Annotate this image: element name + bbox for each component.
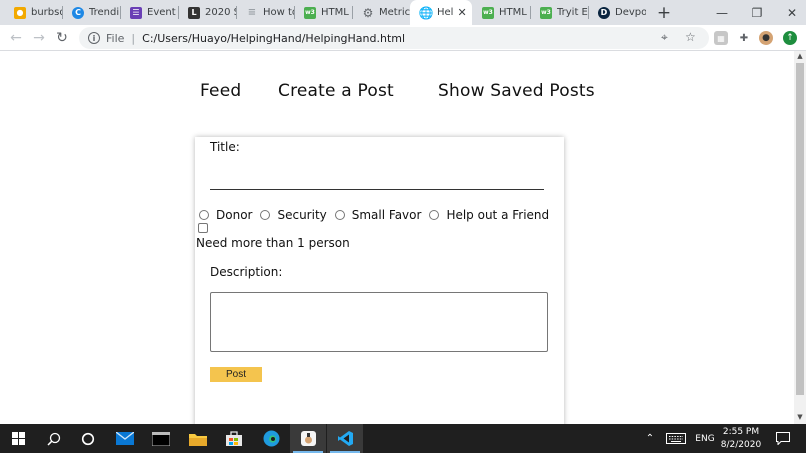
mail-icon[interactable] — [107, 424, 143, 453]
tab-html-s[interactable]: w3 HTML S — [472, 0, 530, 25]
vscode-icon[interactable] — [327, 424, 363, 453]
c-logo-icon: C — [72, 6, 84, 19]
radio-help-friend[interactable]: Help out a Friend — [429, 208, 549, 222]
bee-icon: ● — [14, 6, 26, 19]
radio-donor[interactable]: Donor — [199, 208, 252, 222]
clock-date: 8/2/2020 — [720, 440, 762, 450]
notifications-icon[interactable] — [772, 424, 794, 453]
tab-metrics[interactable]: ⚙ Metrics — [352, 0, 410, 25]
w3-icon: w3 — [540, 6, 552, 19]
file-explorer-icon[interactable] — [180, 424, 216, 453]
tab-label: Event n — [147, 7, 178, 18]
tab-devpost[interactable]: D Devpo — [588, 0, 646, 25]
nav-feed-link[interactable]: Feed — [200, 81, 241, 101]
calendar-icon: ☰ — [130, 6, 142, 19]
search-icon[interactable] — [36, 424, 72, 453]
tab-helpinghand-active[interactable]: 🌐 Hel ✕ — [410, 0, 472, 25]
tab-event[interactable]: ☰ Event n — [120, 0, 178, 25]
tab-label: Hel — [437, 7, 454, 18]
location-target-icon[interactable]: ⌖ — [661, 30, 668, 45]
post-button[interactable]: Post — [210, 367, 262, 382]
browser-toolbar: ← → ↻ i File | C:/Users/Huayo/HelpingHan… — [0, 25, 806, 51]
tab-label: 2020 S — [205, 7, 236, 18]
tab-label: HTML S — [499, 7, 530, 18]
new-tab-button[interactable]: + — [652, 0, 676, 25]
tab-2020[interactable]: L 2020 S — [178, 0, 236, 25]
w3-icon: w3 — [304, 6, 316, 19]
page-viewport: Feed Create a Post Show Saved Posts Titl… — [0, 51, 794, 424]
bookmark-star-icon[interactable]: ☆ — [685, 30, 696, 44]
radio-security[interactable]: Security — [260, 208, 327, 222]
update-icon[interactable]: ↑ — [783, 31, 797, 45]
l-logo-icon: L — [188, 6, 200, 19]
reload-button[interactable]: ↻ — [53, 29, 71, 47]
radio-button[interactable] — [260, 210, 271, 220]
title-label: Title: — [210, 140, 240, 154]
nav-create-post-link[interactable]: Create a Post — [278, 81, 394, 101]
d-logo-icon: D — [598, 6, 610, 19]
start-windows-icon[interactable] — [0, 424, 36, 453]
radio-label: Small Favor — [351, 208, 422, 222]
nav-saved-posts-link[interactable]: Show Saved Posts — [438, 81, 595, 101]
tray-chevron-up-icon[interactable]: ⌃ — [642, 424, 658, 453]
scheme-label: File — [106, 31, 125, 45]
tab-how-to[interactable]: ≡ How to — [236, 0, 294, 25]
close-window-button[interactable]: ✕ — [770, 0, 806, 25]
store-icon[interactable] — [216, 424, 252, 453]
description-textarea[interactable] — [210, 292, 548, 352]
scroll-up-arrow-icon[interactable]: ▲ — [796, 52, 804, 60]
globe-icon: 🌐 — [418, 5, 434, 20]
tab-label: Tryit Ed — [557, 7, 588, 18]
windows-taskbar: ⌃ ENG 2:55 PM 8/2/2020 — [0, 424, 806, 453]
radio-button[interactable] — [199, 210, 209, 220]
tab-label: Devpo — [615, 7, 646, 18]
pdf-extension-icon[interactable]: ▦ — [714, 31, 728, 45]
forward-button[interactable]: → — [30, 29, 48, 47]
clock-time: 2:55 PM — [722, 427, 760, 437]
task-view-icon[interactable] — [70, 424, 106, 453]
system-clock[interactable]: 2:55 PM 8/2/2020 — [712, 426, 770, 452]
url-text: C:/Users/Huayo/HelpingHand/HelpingHand.h… — [142, 31, 406, 45]
tab-label: Metrics — [379, 7, 410, 18]
w3-icon: w3 — [482, 6, 494, 19]
chrome-app-icon[interactable] — [290, 424, 326, 453]
address-separator: | — [131, 31, 136, 45]
radio-button[interactable] — [334, 210, 345, 220]
gear-icon: ⚙ — [362, 5, 374, 20]
page-scrollbar[interactable]: ▲ ▼ — [794, 51, 806, 424]
tab-strip: ● burbsd C Trendin ☰ Event n L 2020 S ≡ … — [0, 0, 806, 25]
scroll-down-arrow-icon[interactable]: ▼ — [796, 413, 804, 421]
back-button[interactable]: ← — [7, 29, 25, 47]
scroll-thumb[interactable] — [796, 63, 804, 395]
address-bar[interactable]: i File | C:/Users/Huayo/HelpingHand/Help… — [79, 27, 709, 49]
tab-burbsd[interactable]: ● burbsd — [4, 0, 62, 25]
extensions-puzzle-icon[interactable]: ✚ — [737, 31, 751, 45]
title-input[interactable] — [210, 189, 544, 190]
close-tab-icon[interactable]: ✕ — [457, 6, 466, 19]
multi-person-label: Need more than 1 person — [196, 236, 350, 250]
tab-label: Trendin — [89, 7, 120, 18]
tab-html-i[interactable]: w3 HTML i — [294, 0, 352, 25]
radio-label: Security — [277, 208, 327, 222]
radio-small-favor[interactable]: Small Favor — [334, 208, 422, 222]
tab-label: How to — [263, 7, 294, 18]
lines-icon: ≡ — [247, 7, 257, 18]
category-radio-group: Donor Security Small Favor Help out a Fr… — [199, 208, 557, 222]
tab-tryit[interactable]: w3 Tryit Ed — [530, 0, 588, 25]
info-icon[interactable]: i — [88, 32, 100, 44]
keyboard-icon[interactable] — [664, 424, 688, 453]
tab-trending[interactable]: C Trendin — [62, 0, 120, 25]
description-label: Description: — [210, 265, 283, 279]
radio-label: Help out a Friend — [446, 208, 550, 222]
profile-avatar[interactable]: ● — [759, 31, 773, 45]
multi-person-checkbox[interactable] — [198, 223, 208, 233]
tab-label: HTML i — [321, 7, 352, 18]
radio-label: Donor — [216, 208, 253, 222]
terminal-icon[interactable] — [143, 424, 179, 453]
create-post-form: Title: Donor Security Small Favor Help o… — [195, 137, 564, 424]
tab-label: burbsd — [31, 7, 62, 18]
radio-button[interactable] — [429, 210, 440, 220]
edge-browser-icon[interactable] — [253, 424, 289, 453]
